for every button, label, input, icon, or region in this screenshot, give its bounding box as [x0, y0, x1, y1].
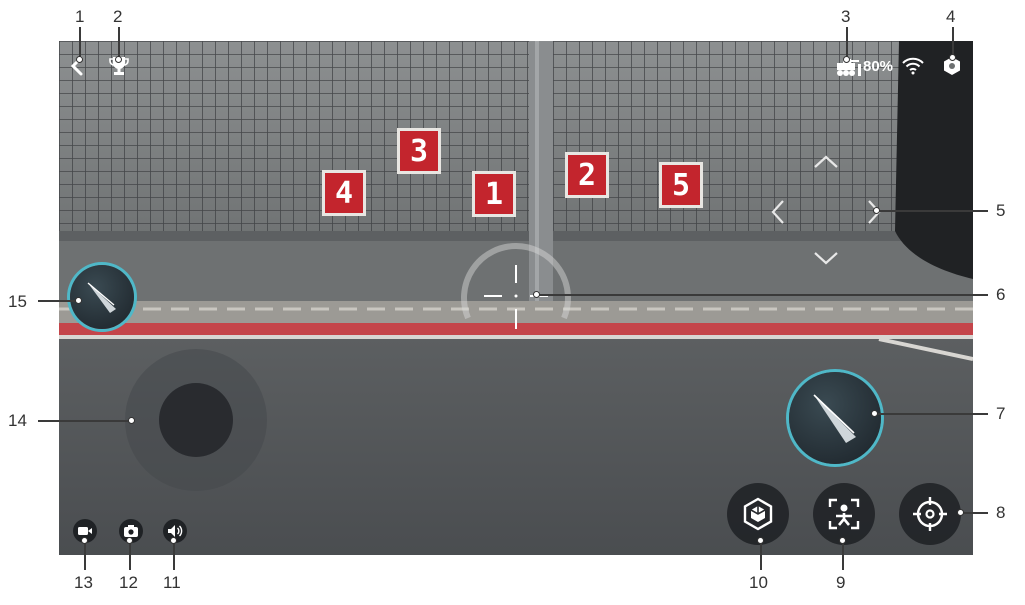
leader-dot-12 — [126, 537, 133, 544]
callout-13: 13 — [74, 573, 93, 592]
leader-line-12 — [129, 542, 131, 570]
leader-dot-14 — [128, 417, 135, 424]
leader-line-7 — [876, 413, 988, 415]
leader-dot-4 — [949, 54, 956, 61]
camera-view: 4 3 1 2 5 80% — [59, 41, 973, 555]
callout-7: 7 — [996, 404, 1006, 423]
leader-line-8 — [962, 512, 988, 514]
blaster-icon — [813, 394, 856, 443]
crosshair-target-icon — [913, 497, 947, 531]
target-card-4: 4 — [322, 170, 366, 216]
target-card-5: 5 — [659, 162, 703, 208]
leader-dot-10 — [757, 537, 764, 544]
leader-line-6 — [538, 294, 988, 296]
callout-4: 4 — [946, 7, 956, 26]
leader-dot-1 — [76, 56, 83, 63]
leader-dot-6 — [533, 291, 540, 298]
callout-2: 2 — [113, 7, 123, 26]
callout-11: 11 — [163, 573, 181, 592]
leader-line-13 — [84, 542, 86, 570]
aim-crosshair — [461, 243, 571, 329]
target-card-1: 1 — [472, 171, 516, 217]
callout-8: 8 — [996, 503, 1006, 522]
callout-1: 1 — [75, 7, 85, 26]
record-video-icon — [78, 527, 92, 535]
leader-line-11 — [173, 542, 175, 570]
leader-line-15 — [38, 300, 78, 302]
volume-icon — [168, 525, 183, 537]
leader-dot-11 — [170, 537, 177, 544]
wifi-status — [901, 54, 925, 78]
callout-15: 15 — [8, 292, 27, 311]
leader-dot-13 — [81, 537, 88, 544]
leader-line-3 — [846, 27, 848, 59]
callout-5: 5 — [996, 201, 1006, 220]
callout-10: 10 — [749, 573, 768, 592]
leader-dot-3 — [843, 56, 850, 63]
battery-percent: 80% — [863, 58, 894, 75]
s1-robot-icon — [743, 497, 773, 531]
leader-dot-2 — [115, 56, 122, 63]
leader-dot-9 — [839, 537, 846, 544]
leader-line-5 — [878, 210, 988, 212]
wifi-icon — [902, 57, 924, 75]
leader-dot-7 — [871, 410, 878, 417]
leader-line-9 — [842, 542, 844, 570]
leader-line-10 — [760, 542, 762, 570]
callout-6: 6 — [996, 285, 1006, 304]
chevron-left-icon[interactable] — [771, 199, 785, 225]
leader-dot-5 — [873, 207, 880, 214]
joystick-thumb[interactable] — [159, 383, 233, 457]
leader-line-4 — [952, 27, 954, 57]
target-card-2: 2 — [565, 152, 609, 198]
callout-14: 14 — [8, 411, 27, 430]
gimbal-direction-pad[interactable] — [769, 153, 881, 269]
person-recognition-icon — [828, 498, 860, 530]
movement-joystick[interactable] — [125, 349, 267, 491]
fire-button[interactable] — [789, 372, 881, 464]
chevron-down-icon[interactable] — [813, 251, 839, 265]
leader-line-14 — [38, 420, 130, 422]
leader-dot-8 — [957, 509, 964, 516]
callout-3: 3 — [841, 7, 851, 26]
blaster-icon — [87, 282, 116, 313]
chevron-up-icon[interactable] — [813, 155, 839, 169]
target-card-3: 3 — [397, 128, 441, 174]
person-recognition-button[interactable] — [813, 483, 875, 545]
callout-9: 9 — [836, 573, 846, 592]
target-lock-button[interactable] — [899, 483, 961, 545]
callout-12: 12 — [119, 573, 138, 592]
leader-dot-15 — [75, 297, 82, 304]
camera-photo-icon — [124, 525, 138, 537]
robot-mode-button[interactable] — [727, 483, 789, 545]
